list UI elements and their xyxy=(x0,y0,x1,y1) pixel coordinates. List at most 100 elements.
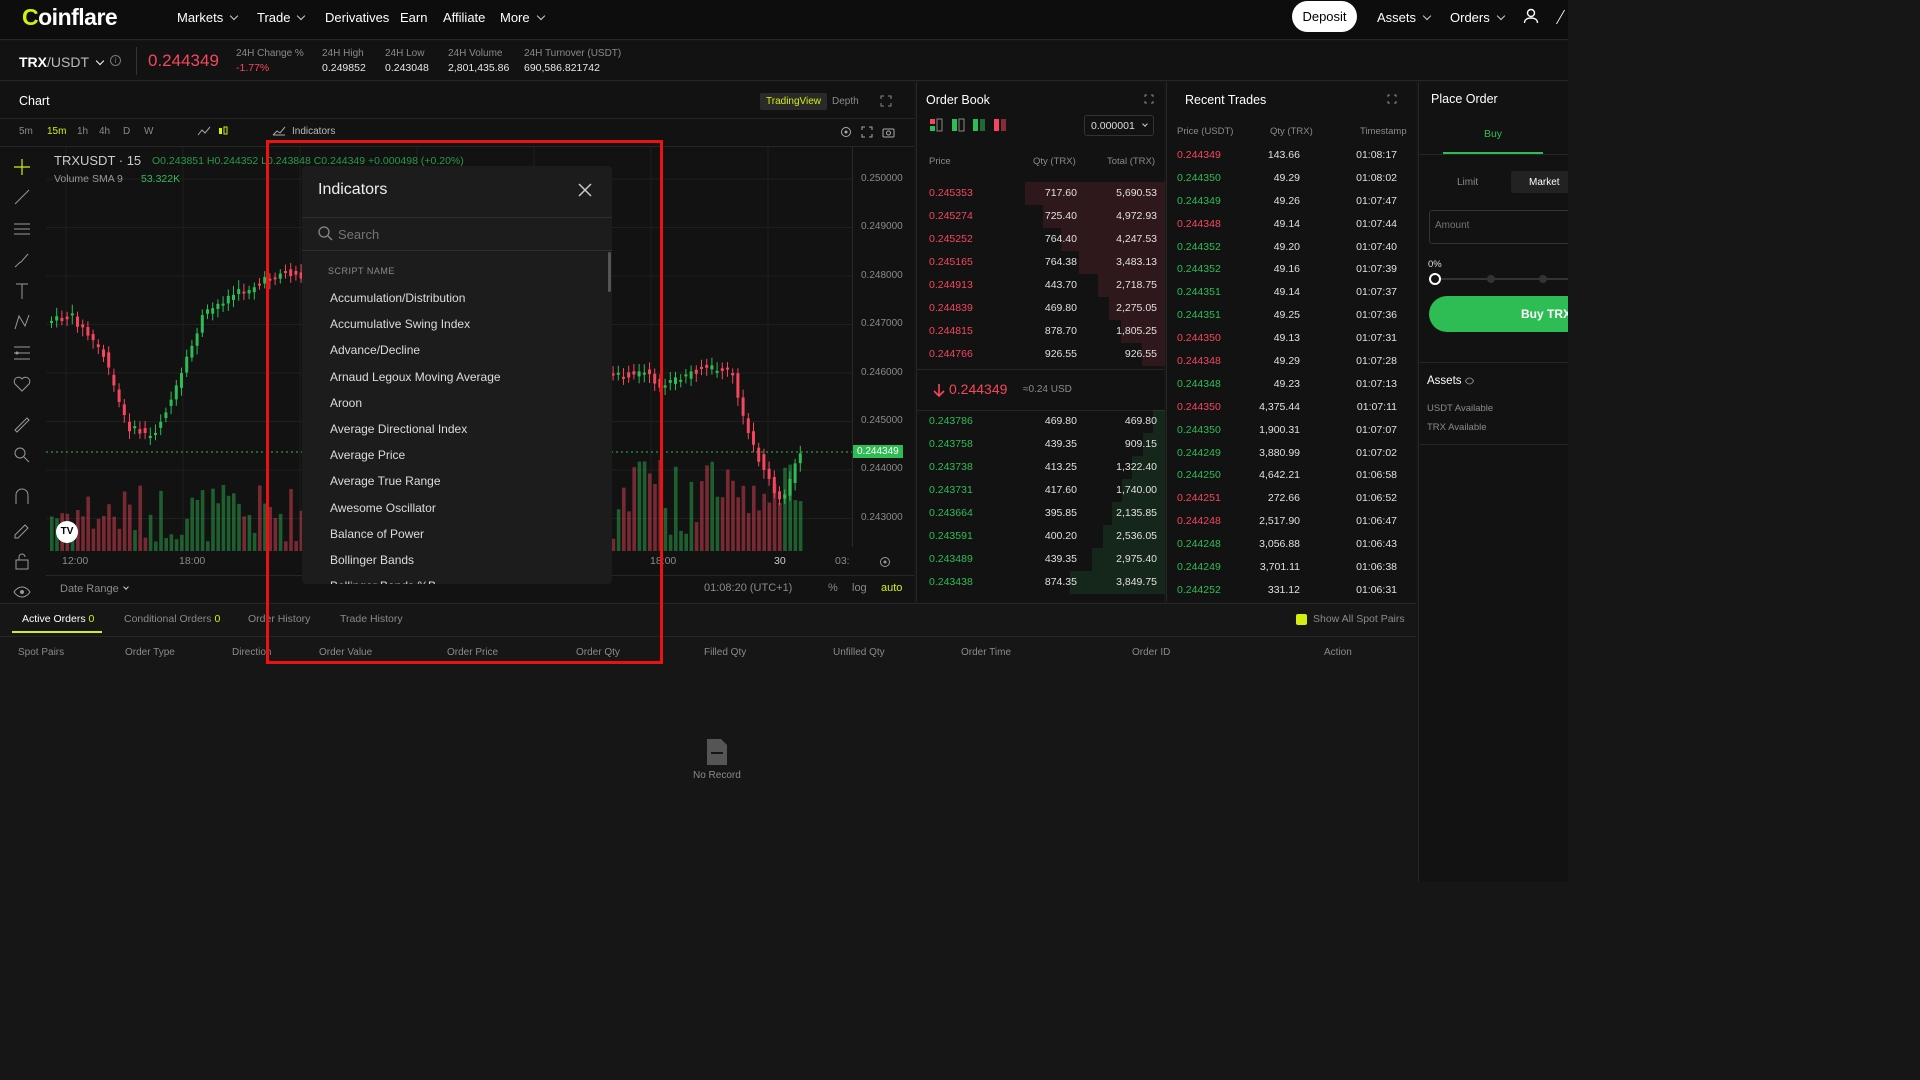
book-both-icon[interactable] xyxy=(929,118,943,132)
order-type-market[interactable]: Market xyxy=(1511,171,1568,193)
indicators-button[interactable]: Indicators xyxy=(292,126,335,137)
trade-price: 0.244352 xyxy=(1177,240,1221,253)
ask-row[interactable]: 0.244913 443.70 2,718.75 xyxy=(917,274,1165,297)
order-type-limit[interactable]: Limit xyxy=(1457,177,1478,188)
fib-icon[interactable] xyxy=(12,343,32,363)
fullscreen-icon[interactable] xyxy=(861,126,873,138)
trade-qty: 49.13 xyxy=(1273,332,1300,345)
zoom-icon[interactable] xyxy=(12,445,32,465)
precision-select[interactable]: 0.000001 xyxy=(1084,115,1154,136)
buy-trx-button[interactable]: Buy TRX xyxy=(1429,296,1568,332)
pct-slider-track[interactable] xyxy=(1433,278,1568,280)
ask-row[interactable]: 0.245353 717.60 5,690.53 xyxy=(917,182,1165,205)
ask-row[interactable]: 0.245252 764.40 4,247.53 xyxy=(917,228,1165,251)
auto-scale-toggle[interactable]: auto xyxy=(881,582,902,594)
amount-input[interactable] xyxy=(1435,220,1555,231)
bid-row[interactable]: 0.243438 874.35 3,849.75 xyxy=(917,571,1165,594)
pct-slider-mark[interactable] xyxy=(1539,275,1547,283)
book-split-icon[interactable] xyxy=(951,118,965,132)
interval-5m[interactable]: 5m xyxy=(19,126,33,137)
brush-icon[interactable] xyxy=(12,250,32,270)
ask-row[interactable]: 0.244839 469.80 2,275.05 xyxy=(917,297,1165,320)
line-chart-icon[interactable] xyxy=(197,126,211,136)
show-all-checkbox[interactable] xyxy=(1296,614,1307,625)
ob-price: 0.245252 xyxy=(929,233,973,245)
interval-4h[interactable]: 4h xyxy=(99,126,110,137)
horizontal-lines-icon[interactable] xyxy=(12,219,32,239)
nav-derivatives[interactable]: Derivatives xyxy=(325,10,389,25)
trade-row: 0.244350 1,900.31 01:07:07 xyxy=(1167,419,1417,442)
pencil-lock-icon[interactable] xyxy=(12,519,32,539)
nav-trade[interactable]: Trade xyxy=(257,10,306,25)
ob-qty: 413.25 xyxy=(1044,461,1077,473)
bid-row[interactable]: 0.243489 439.35 2,975.40 xyxy=(917,548,1165,571)
nav-orders[interactable]: Orders xyxy=(1450,10,1505,25)
indicators-icon[interactable] xyxy=(272,126,286,136)
volume-bar xyxy=(762,493,766,551)
menu-icon[interactable] xyxy=(1555,10,1575,24)
logo[interactable]: Coinflare xyxy=(22,4,118,31)
info-icon[interactable]: i xyxy=(110,55,121,66)
bid-row[interactable]: 0.243786 469.80 469.80 xyxy=(917,410,1165,433)
candle-style-icon[interactable] xyxy=(217,125,229,137)
book-asks-icon[interactable] xyxy=(993,118,1007,132)
eye-icon[interactable] xyxy=(1465,377,1474,385)
percent-scale-toggle[interactable]: % xyxy=(828,582,838,594)
tradingview-logo[interactable]: TV xyxy=(56,521,78,543)
eye-icon[interactable] xyxy=(12,582,32,602)
pct-slider-mark[interactable] xyxy=(1487,275,1495,283)
expand-icon[interactable] xyxy=(880,95,892,107)
ask-row[interactable]: 0.245165 764.38 3,483.13 xyxy=(917,251,1165,274)
deposit-button[interactable]: Deposit xyxy=(1292,1,1357,32)
interval-d[interactable]: D xyxy=(123,126,130,137)
nav-earn[interactable]: Earn xyxy=(400,10,427,25)
bid-row[interactable]: 0.243758 439.35 909.15 xyxy=(917,433,1165,456)
nav-affiliate[interactable]: Affiliate xyxy=(443,10,485,25)
volume-bar xyxy=(138,485,142,551)
candle xyxy=(247,290,251,294)
magnet-icon[interactable] xyxy=(12,487,32,507)
ask-row[interactable]: 0.245274 725.40 4,972.93 xyxy=(917,205,1165,228)
user-icon[interactable] xyxy=(1523,8,1539,24)
tab-tradingview[interactable]: TradingView xyxy=(760,93,828,110)
expand-icon[interactable] xyxy=(1144,94,1154,104)
pair-selector[interactable]: TRX/USDT xyxy=(19,54,105,70)
log-scale-toggle[interactable]: log xyxy=(852,582,867,594)
interval-1h[interactable]: 1h xyxy=(77,126,88,137)
crosshair-icon[interactable] xyxy=(12,157,32,177)
bid-row[interactable]: 0.243664 395.85 2,135.85 xyxy=(917,502,1165,525)
tab-active-orders[interactable]: Active Orders 0 xyxy=(22,613,94,625)
expand-icon[interactable] xyxy=(1387,94,1397,104)
volume-bar xyxy=(731,480,735,551)
book-bids-icon[interactable] xyxy=(972,118,986,132)
pct-slider-handle[interactable] xyxy=(1429,273,1441,285)
nav-markets[interactable]: Markets xyxy=(177,10,239,25)
trendline-icon[interactable] xyxy=(12,187,32,207)
interval-w[interactable]: W xyxy=(144,126,153,137)
heart-icon[interactable] xyxy=(12,374,32,394)
candle xyxy=(668,380,672,383)
pattern-icon[interactable] xyxy=(12,312,32,332)
bid-row[interactable]: 0.243731 417.60 1,740.00 xyxy=(917,479,1165,502)
candle xyxy=(710,365,714,370)
buy-tab[interactable]: Buy xyxy=(1443,128,1543,154)
text-icon[interactable] xyxy=(12,281,32,301)
interval-15m[interactable]: 15m xyxy=(47,126,66,137)
bid-row[interactable]: 0.243738 413.25 1,322.40 xyxy=(917,456,1165,479)
ask-row[interactable]: 0.244815 878.70 1,805.25 xyxy=(917,320,1165,343)
settings-icon[interactable] xyxy=(840,126,852,138)
gear-icon[interactable] xyxy=(878,555,892,569)
volume-bar xyxy=(778,502,782,551)
ruler-icon[interactable] xyxy=(12,415,32,435)
nav-more[interactable]: More xyxy=(500,10,545,25)
tab-conditional-orders[interactable]: Conditional Orders 0 xyxy=(124,613,220,625)
lock-icon[interactable] xyxy=(12,551,32,571)
tab-depth[interactable]: Depth xyxy=(832,96,859,107)
date-range-button[interactable]: Date Range xyxy=(60,583,129,595)
ask-row[interactable]: 0.244766 926.55 926.55 xyxy=(917,343,1165,366)
nav-assets[interactable]: Assets xyxy=(1377,10,1432,25)
trade-qty: 49.14 xyxy=(1273,217,1300,230)
bid-row[interactable]: 0.243591 400.20 2,536.05 xyxy=(917,525,1165,548)
price-axis[interactable]: 0.250000 0.249000 0.248000 0.247000 0.24… xyxy=(852,147,914,547)
camera-icon[interactable] xyxy=(882,126,895,138)
